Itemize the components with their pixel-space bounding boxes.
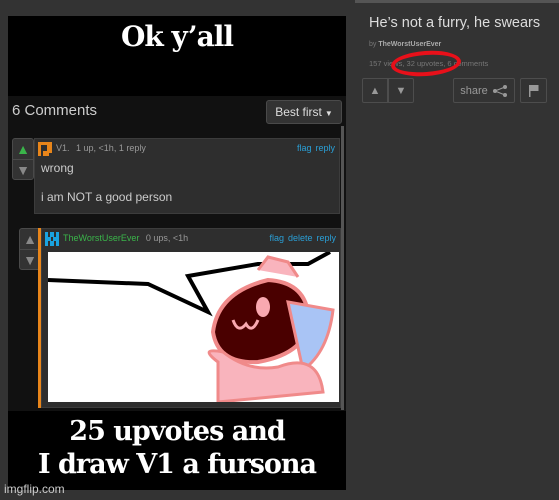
comment-vote-column: ▲ ▼ [12, 138, 34, 180]
caption-top: Ok y’all [121, 20, 234, 53]
post-upvote-button[interactable]: ▲ [362, 78, 388, 103]
arrow-up-icon: ▲ [369, 84, 381, 97]
avatar-icon [45, 232, 59, 246]
sort-dropdown[interactable]: Best first ▼ [266, 100, 342, 124]
top-divider [355, 0, 559, 3]
caption-bottom: 25 upvotes and I draw V1 a fursona [8, 415, 346, 481]
post-author-link[interactable]: TheWorstUserEver [378, 41, 441, 48]
flag-icon [528, 84, 538, 97]
by-prefix: by [369, 41, 377, 48]
flag-link[interactable]: flag [269, 233, 284, 243]
caption-bottom-line1: 25 upvotes and [69, 416, 285, 447]
meme-image: Ok y’all 6 Comments Best first ▼ ▲ ▼ V1. … [8, 16, 346, 490]
delete-link[interactable]: delete [288, 233, 313, 243]
scrollbar[interactable] [341, 126, 344, 410]
red-highlight-circle [390, 48, 462, 79]
share-label: share [460, 84, 488, 97]
share-button[interactable]: share [453, 78, 515, 103]
reply-link[interactable]: reply [316, 233, 336, 243]
arrow-down-icon: ▼ [395, 84, 407, 97]
post-byline: by TheWorstUserEver [369, 41, 441, 48]
comments-count: 6 Comments [12, 102, 98, 119]
comment-item: V1. 1 up, <1h, 1 reply flag reply wrong i… [34, 138, 340, 214]
caret-down-icon: ▼ [324, 109, 333, 118]
share-icon [492, 84, 507, 97]
comment-username[interactable]: TheWorstUserEver [63, 233, 139, 243]
comment-text-line: i am NOT a good person [41, 190, 173, 204]
comment-text-line: wrong [41, 161, 74, 175]
comment-meta: 1 up, <1h, 1 reply [76, 143, 146, 153]
flag-button[interactable] [520, 78, 547, 103]
comment-username[interactable]: V1. [56, 143, 70, 153]
downvote-arrow-icon[interactable]: ▼ [13, 159, 33, 179]
fursona-drawing [48, 252, 335, 402]
sort-label: Best first [275, 105, 322, 119]
caption-bottom-line2: I draw V1 a fursona [37, 449, 317, 480]
downvote-arrow-icon[interactable]: ▼ [20, 249, 40, 269]
comments-screenshot: 6 Comments Best first ▼ ▲ ▼ V1. 1 up, <1h… [8, 96, 346, 411]
upvote-arrow-icon[interactable]: ▲ [13, 139, 33, 159]
reply-indicator-bar [38, 228, 41, 408]
comment-meta: 0 ups, <1h [145, 233, 189, 243]
reply-image [48, 252, 339, 402]
post-title: He’s not a furry, he swears [369, 15, 541, 31]
reply-link[interactable]: reply [315, 143, 335, 153]
imgflip-watermark: imgflip.com [4, 482, 65, 496]
flag-link[interactable]: flag [297, 143, 312, 153]
post-downvote-button[interactable]: ▼ [388, 78, 414, 103]
avatar-icon [38, 142, 52, 156]
upvote-arrow-icon[interactable]: ▲ [20, 229, 40, 249]
